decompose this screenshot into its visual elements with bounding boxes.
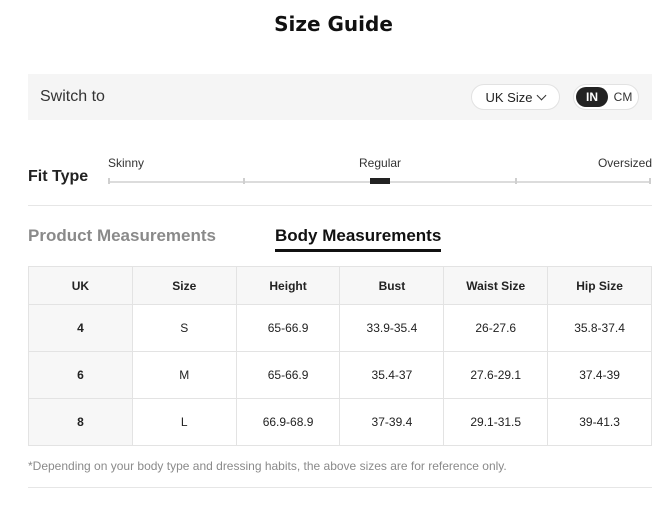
disclaimer-note: *Depending on your body type and dressin…	[28, 459, 507, 473]
table-row: 6 M 65-66.9 35.4-37 27.6-29.1 37.4-39	[28, 351, 652, 399]
fit-option-regular[interactable]: Regular	[359, 156, 401, 170]
fit-slider-handle[interactable]	[370, 178, 390, 184]
table-header-row: UK Size Height Bust Waist Size Hip Size	[28, 266, 652, 305]
table-cell: 35.8-37.4	[547, 304, 652, 352]
table-cell: 33.9-35.4	[339, 304, 445, 352]
table-cell: 37-39.4	[339, 398, 445, 446]
fit-option-oversized[interactable]: Oversized	[598, 156, 652, 170]
tab-product-measurements[interactable]: Product Measurements	[28, 226, 216, 246]
fit-type-label: Fit Type	[28, 168, 89, 185]
size-table: UK Size Height Bust Waist Size Hip Size …	[28, 266, 652, 446]
table-cell: S	[131, 304, 237, 352]
column-header: Hip Size	[547, 266, 652, 305]
table-cell: 66.9-68.9	[235, 398, 341, 446]
table-row: 4 S 65-66.9 33.9-35.4 26-27.6 35.8-37.4	[28, 304, 652, 352]
column-header: UK	[28, 266, 133, 305]
size-system-value: UK Size	[485, 89, 533, 105]
table-cell: 29.1-31.5	[443, 398, 549, 446]
table-cell: L	[131, 398, 237, 446]
column-header: Bust	[339, 266, 445, 305]
switch-label: Switch to	[40, 88, 105, 105]
table-cell: 65-66.9	[235, 304, 341, 352]
table-cell: 37.4-39	[547, 351, 652, 399]
table-cell: 8	[28, 398, 133, 446]
table-cell: 27.6-29.1	[443, 351, 549, 399]
fit-slider-tick	[108, 178, 110, 184]
chevron-down-icon	[537, 90, 547, 100]
size-system-dropdown[interactable]: UK Size	[471, 84, 560, 110]
unit-toggle: IN CM	[573, 84, 639, 110]
table-cell: 65-66.9	[235, 351, 341, 399]
divider	[28, 205, 652, 206]
page-title: Size Guide	[274, 12, 393, 36]
fit-slider-tick	[515, 178, 517, 184]
table-cell: 35.4-37	[339, 351, 445, 399]
table-row: 8 L 66.9-68.9 37-39.4 29.1-31.5 39-41.3	[28, 398, 652, 446]
table-cell: 6	[28, 351, 133, 399]
fit-slider-tick	[243, 178, 245, 184]
table-cell: 39-41.3	[547, 398, 652, 446]
column-header: Size	[131, 266, 237, 305]
column-header: Height	[235, 266, 341, 305]
table-cell: 26-27.6	[443, 304, 549, 352]
unit-in-button[interactable]: IN	[576, 87, 608, 107]
fit-option-skinny[interactable]: Skinny	[108, 156, 144, 170]
column-header: Waist Size	[443, 266, 549, 305]
switch-bar: Switch to UK Size IN CM	[28, 74, 652, 120]
table-cell: 4	[28, 304, 133, 352]
divider	[28, 487, 652, 488]
table-cell: M	[131, 351, 237, 399]
tab-body-measurements[interactable]: Body Measurements	[275, 226, 442, 252]
fit-slider-tick	[649, 178, 651, 184]
unit-cm-button[interactable]: CM	[610, 87, 636, 107]
